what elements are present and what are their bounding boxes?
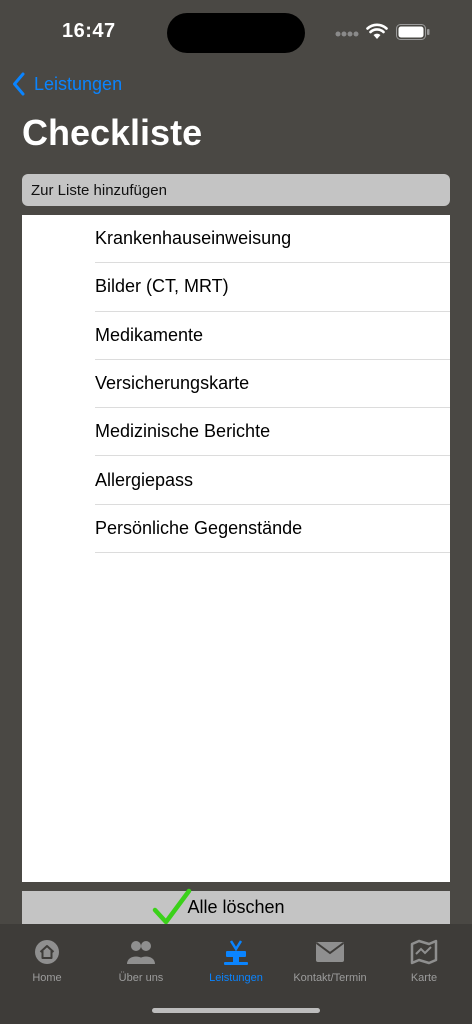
checkmark-icon	[152, 888, 192, 925]
tab-label: Über uns	[118, 972, 164, 984]
tab-bar: Home Über uns Leistungen Kontakt/Termin …	[0, 924, 472, 1024]
list-item[interactable]: Bilder (CT, MRT)	[95, 263, 450, 312]
list-item-label: Bilder (CT, MRT)	[95, 276, 229, 297]
list-item-label: Allergiepass	[95, 469, 194, 490]
list-item[interactable]: Medizinische Berichte	[95, 408, 450, 457]
tab-services[interactable]: Leistungen	[189, 938, 283, 984]
map-icon	[410, 939, 438, 965]
signal-icon	[335, 31, 359, 37]
list-item-label: Versicherungskarte	[95, 373, 250, 394]
back-label: Leistungen	[34, 73, 123, 94]
status-bar: 16:47	[0, 0, 472, 64]
list-item-label: Medikamente	[95, 324, 204, 345]
dynamic-island	[167, 13, 305, 53]
list-item[interactable]: Versicherungskarte	[95, 360, 450, 409]
clear-all-label: Alle löschen	[187, 897, 285, 917]
tab-home[interactable]: Home	[0, 938, 94, 984]
list-item-label: Medizinische Berichte	[95, 421, 271, 442]
add-item-input[interactable]	[22, 174, 450, 206]
checklist: Krankenhauseinweisung Bilder (CT, MRT) M…	[22, 215, 450, 882]
clear-all-button[interactable]: Alle löschen	[22, 891, 450, 924]
list-item-label: Krankenhauseinweisung	[95, 228, 292, 249]
tab-about-us[interactable]: Über uns	[94, 938, 188, 984]
tab-label: Home	[32, 972, 62, 984]
list-item-label: Persönliche Gegenstände	[95, 517, 303, 538]
tab-label: Leistungen	[209, 972, 263, 984]
home-icon	[35, 940, 59, 964]
list-item[interactable]: Allergiepass	[95, 456, 450, 505]
tab-contact[interactable]: Kontakt/Termin	[283, 938, 377, 984]
page-title: Checkliste	[22, 112, 203, 153]
list-item[interactable]: Medikamente	[95, 312, 450, 360]
status-time: 16:47	[62, 20, 116, 42]
mail-icon	[315, 942, 345, 962]
home-indicator	[152, 1008, 320, 1013]
people-icon	[127, 941, 155, 964]
chevron-left-icon	[13, 72, 25, 96]
battery-icon	[396, 24, 430, 40]
wifi-icon	[366, 23, 388, 39]
tab-map[interactable]: Karte	[377, 938, 471, 984]
services-icon	[224, 940, 248, 965]
list-item[interactable]: Persönliche Gegenstände	[95, 505, 450, 554]
tab-label: Karte	[410, 972, 438, 984]
list-item[interactable]: Krankenhauseinweisung	[95, 215, 450, 264]
tab-label: Kontakt/Termin	[293, 972, 367, 984]
back-button[interactable]: Leistungen	[12, 70, 122, 98]
